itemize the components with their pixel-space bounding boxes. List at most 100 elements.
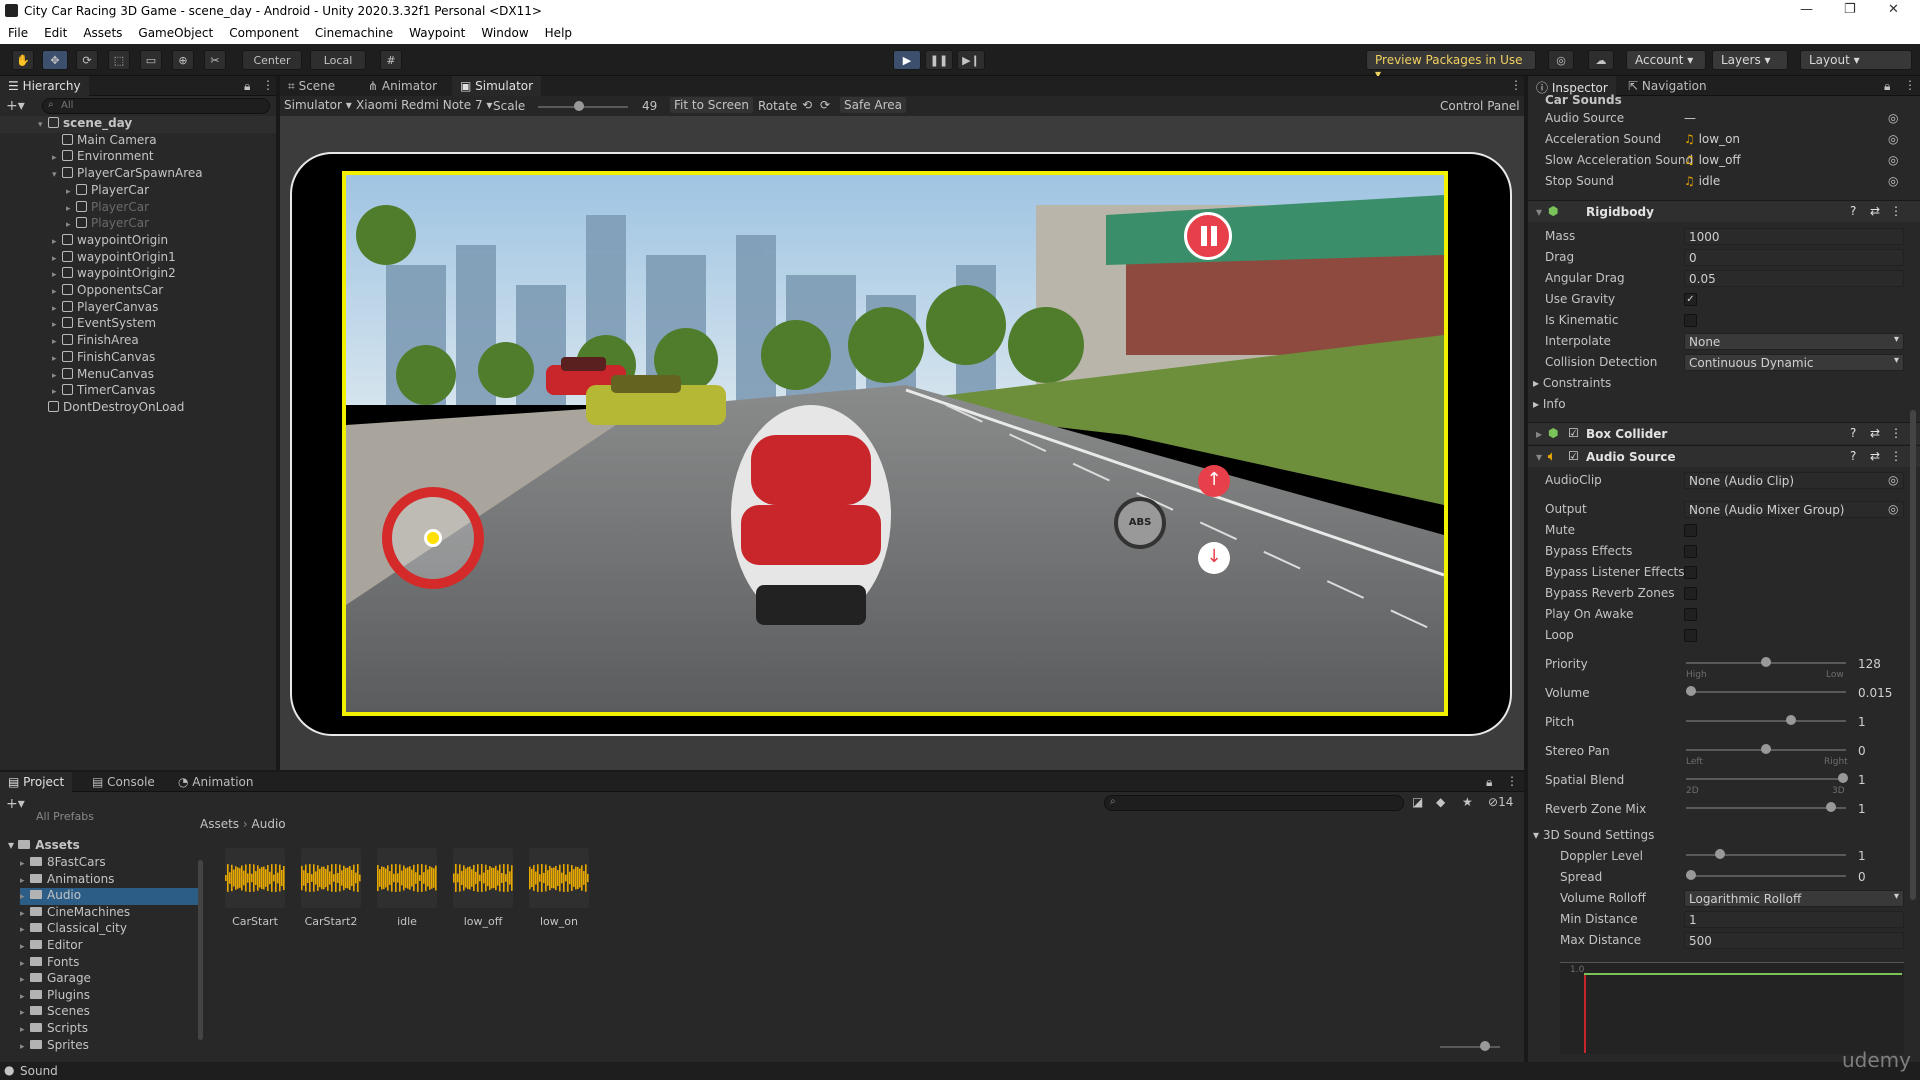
- hierarchy-item[interactable]: ▸ MenuCanvas: [52, 367, 154, 384]
- volume-slider-knob[interactable]: [1686, 686, 1696, 696]
- project-tree-scrollbar[interactable]: [198, 860, 203, 1040]
- expand-arrow-icon[interactable]: ▸: [20, 909, 30, 919]
- spatial-blend-slider-knob[interactable]: [1838, 773, 1848, 783]
- scene-kebab-icon[interactable]: ⋮: [1510, 78, 1522, 92]
- steering-wheel-icon[interactable]: [382, 487, 484, 589]
- is-kinematic-checkbox[interactable]: [1684, 314, 1697, 327]
- hierarchy-item[interactable]: ▾ scene_day: [0, 116, 276, 133]
- spatial-blend-slider[interactable]: [1686, 778, 1846, 780]
- close-icon[interactable]: ✕: [1888, 2, 1899, 17]
- icon-size-slider-knob[interactable]: [1480, 1041, 1490, 1051]
- spread-slider-knob[interactable]: [1686, 870, 1696, 880]
- menu-help[interactable]: Help: [537, 22, 580, 44]
- priority-slider-knob[interactable]: [1761, 657, 1771, 667]
- menu-edit[interactable]: Edit: [36, 22, 75, 44]
- priority-value[interactable]: 128: [1858, 657, 1881, 674]
- pause-icon[interactable]: [1184, 212, 1232, 260]
- rotate-tool-icon[interactable]: ⟳: [76, 50, 98, 70]
- folder-item[interactable]: ▸ Editor: [20, 938, 83, 955]
- kebab-menu-icon[interactable]: ⋮: [262, 78, 274, 92]
- expand-arrow-icon[interactable]: ▸: [66, 187, 76, 197]
- expand-arrow-icon[interactable]: ▸: [20, 1025, 30, 1035]
- expand-arrow-icon[interactable]: ▸: [20, 859, 30, 869]
- tab-navigation[interactable]: ⇱ Navigation: [1620, 76, 1715, 96]
- spread-value[interactable]: 0: [1858, 870, 1866, 887]
- output-target-icon[interactable]: ◎: [1888, 502, 1898, 516]
- rotate-left-icon[interactable]: ⟲: [802, 98, 812, 112]
- game-view[interactable]: ↑ ↓ ABS: [342, 171, 1448, 716]
- hierarchy-item[interactable]: ▸ FinishArea: [52, 333, 139, 350]
- expand-arrow-icon[interactable]: ▸: [52, 254, 62, 264]
- inspector-scrollbar[interactable]: [1910, 410, 1916, 900]
- slow-accel-target-icon[interactable]: ◎: [1888, 153, 1898, 167]
- accelerate-arrow-icon[interactable]: ↑: [1198, 465, 1230, 497]
- max-distance-field[interactable]: 500: [1684, 932, 1904, 949]
- drag-field[interactable]: 0: [1684, 249, 1904, 266]
- hierarchy-item[interactable]: ▸ PlayerCar: [66, 216, 149, 233]
- component-menu-icon[interactable]: ⋮: [1890, 449, 1902, 463]
- expand-arrow-icon[interactable]: ▸: [52, 304, 62, 314]
- move-tool-icon[interactable]: ✥: [42, 50, 68, 70]
- help-icon[interactable]: ?: [1850, 449, 1856, 463]
- filter-label-icon[interactable]: ◆: [1436, 795, 1445, 809]
- icon-size-slider[interactable]: [1440, 1046, 1500, 1048]
- hierarchy-item[interactable]: ▸ PlayerCanvas: [52, 300, 158, 317]
- collision-detection-dropdown[interactable]: Continuous Dynamic: [1684, 354, 1904, 371]
- expand-arrow-icon[interactable]: ▸: [20, 876, 30, 886]
- tab-simulator[interactable]: ▣ Simulator: [452, 76, 542, 96]
- hierarchy-item[interactable]: ▸ waypointOrigin1: [52, 250, 176, 267]
- custom-tool-icon[interactable]: ✂: [204, 50, 226, 70]
- help-icon[interactable]: ?: [1850, 204, 1856, 218]
- tab-project[interactable]: ▤ Project: [0, 772, 73, 792]
- doppler-slider[interactable]: [1686, 854, 1846, 856]
- preview-packages-dropdown[interactable]: Preview Packages in Use ▾: [1366, 50, 1536, 81]
- stop-sound-field[interactable]: ♫ idle: [1684, 174, 1720, 191]
- expand-arrow-icon[interactable]: ▸: [66, 204, 76, 214]
- constraints-foldout[interactable]: ▸ Constraints: [1533, 376, 1611, 393]
- doppler-value[interactable]: 1: [1858, 849, 1866, 866]
- folder-item[interactable]: ▸ Fonts: [20, 955, 79, 972]
- expand-arrow-icon[interactable]: ▸: [20, 925, 30, 935]
- minimize-icon[interactable]: —: [1800, 2, 1813, 17]
- inspector-lock-icon[interactable]: 🔒︎: [1884, 79, 1890, 94]
- project-search-input[interactable]: ⌕: [1104, 795, 1404, 811]
- preset-icon[interactable]: ⇄: [1870, 204, 1880, 218]
- add-icon[interactable]: +▾: [6, 98, 25, 114]
- reverb-zone-mix-knob[interactable]: [1826, 802, 1836, 812]
- audio-source-target-icon[interactable]: ◎: [1888, 111, 1898, 125]
- menu-component[interactable]: Component: [221, 22, 307, 44]
- audioclip-target-icon[interactable]: ◎: [1888, 473, 1898, 487]
- 3d-sound-settings-foldout[interactable]: ▾ 3D Sound Settings: [1533, 828, 1654, 845]
- pivot-center-button[interactable]: Center: [242, 50, 302, 70]
- brake-arrow-icon[interactable]: ↓: [1198, 542, 1230, 574]
- play-on-awake-checkbox[interactable]: [1684, 608, 1697, 621]
- expand-arrow-icon[interactable]: ▸: [20, 959, 30, 969]
- breadcrumb-assets[interactable]: Assets: [200, 817, 239, 831]
- filter-type-icon[interactable]: ◪: [1412, 795, 1423, 809]
- rigidbody-header[interactable]: ▾ ⬢ Rigidbody ? ⇄ ⋮: [1528, 200, 1920, 222]
- expand-arrow-icon[interactable]: ▸: [66, 220, 76, 230]
- box-collider-header[interactable]: ▸ ⬢ ☑ Box Collider ? ⇄ ⋮: [1528, 422, 1920, 444]
- tree-assets-root[interactable]: ▾ Assets: [8, 838, 198, 855]
- hierarchy-item[interactable]: Main Camera: [52, 133, 157, 150]
- layers-dropdown[interactable]: Layers ▾: [1712, 50, 1788, 70]
- hierarchy-item[interactable]: ▸ PlayerCar: [66, 200, 149, 217]
- spatial-blend-value[interactable]: 1: [1858, 773, 1866, 790]
- tab-console[interactable]: ▤ Console: [84, 772, 163, 792]
- hierarchy-item[interactable]: ▸ TimerCanvas: [52, 383, 155, 400]
- bypass-reverb-checkbox[interactable]: [1684, 587, 1697, 600]
- expand-arrow-icon[interactable]: ▾: [38, 120, 48, 130]
- audio-asset-thumbnail[interactable]: [529, 848, 589, 908]
- preset-icon[interactable]: ⇄: [1870, 449, 1880, 463]
- menu-window[interactable]: Window: [473, 22, 536, 44]
- audioclip-field[interactable]: None (Audio Clip): [1684, 472, 1904, 489]
- expand-arrow-icon[interactable]: ▸: [52, 320, 62, 330]
- help-icon[interactable]: ?: [1850, 426, 1856, 440]
- hierarchy-item[interactable]: DontDestroyOnLoad: [38, 400, 184, 417]
- menu-assets[interactable]: Assets: [75, 22, 130, 44]
- fit-to-screen-button[interactable]: Fit to Screen: [670, 97, 753, 113]
- tab-hierarchy[interactable]: ☰ Hierarchy: [0, 76, 89, 96]
- reverb-zone-mix-value[interactable]: 1: [1858, 802, 1866, 819]
- angular-drag-field[interactable]: 0.05: [1684, 270, 1904, 287]
- folder-item[interactable]: ▸ Classical_city: [20, 921, 127, 938]
